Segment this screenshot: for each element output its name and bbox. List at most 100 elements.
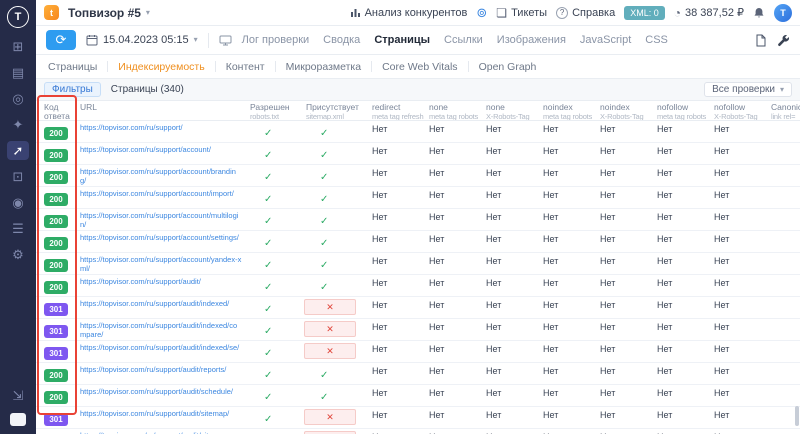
tasks-icon[interactable]: ☰ — [7, 219, 29, 238]
user-avatar[interactable]: T — [774, 4, 792, 22]
directive-cell: Нет — [425, 165, 482, 179]
canonical-cell — [767, 297, 800, 300]
checks-dropdown[interactable]: Все проверки ▾ — [704, 82, 792, 97]
canonical-cell — [767, 341, 800, 344]
check-icon: ✓ — [320, 193, 328, 206]
url-link[interactable]: https://topvisor.com/ru/support/audit/si… — [80, 409, 242, 418]
tab-Изображения[interactable]: Изображения — [497, 34, 566, 46]
status-code-badge: 301 — [44, 303, 68, 316]
tickets-link[interactable]: ❏ Тикеты — [496, 7, 547, 19]
audit-icon[interactable]: ➚ — [7, 141, 29, 160]
balance[interactable]: ◔ 38 387,52 ₽ — [674, 6, 744, 19]
directive-cell: Нет — [368, 385, 425, 399]
competitors-link[interactable]: Анализ конкурентов — [350, 7, 468, 19]
project-selector[interactable]: Топвизор #5 ▾ — [68, 6, 150, 20]
url-link[interactable]: https://topvisor.com/ru/support/account/ — [80, 145, 242, 154]
url-link[interactable]: https://topvisor.com/ru/support/audit/in… — [80, 343, 242, 352]
robots-txt-cell: ✓ — [246, 319, 302, 340]
subtab-Индексируемость[interactable]: Индексируемость — [118, 61, 204, 73]
column-header: noneX-Robots-Tag — [482, 103, 539, 120]
help-label: Справка — [572, 7, 615, 19]
wrench-icon[interactable] — [777, 34, 790, 47]
export-report-icon[interactable] — [755, 34, 767, 47]
column-header: Присутствуетsitemap.xml — [302, 103, 368, 120]
topvisor-logo-icon[interactable]: Т — [7, 6, 29, 28]
dashboard-icon[interactable]: ⊞ — [7, 37, 29, 56]
url-link[interactable]: https://topvisor.com/ru/support/account/… — [80, 211, 242, 229]
subtab-Core Web Vitals[interactable]: Core Web Vitals — [382, 61, 457, 73]
settings-gear-icon[interactable]: ⚙ — [7, 245, 29, 264]
help-link[interactable]: ? Справка — [556, 7, 615, 19]
cross-box: ✕ — [304, 409, 356, 425]
lifebuoy-icon[interactable]: ⊚ — [476, 6, 487, 19]
sitemap-cell: ✓ — [302, 143, 368, 164]
ideas-icon[interactable]: ✦ — [7, 115, 29, 134]
tab-Лог проверки[interactable]: Лог проверки — [242, 34, 310, 46]
projects-icon[interactable]: ▤ — [7, 63, 29, 82]
directive-cell: Нет — [482, 363, 539, 377]
table-row: 200 https://topvisor.com/ru/support/audit… — [36, 385, 800, 407]
url-link[interactable]: https://topvisor.com/ru/support/audit/re… — [80, 365, 242, 374]
status-code-badge: 200 — [44, 259, 68, 272]
snippets-icon[interactable]: ⊡ — [7, 167, 29, 186]
ticket-icon: ❏ — [496, 7, 507, 19]
cross-icon: ✕ — [326, 413, 334, 422]
directive-cell: Нет — [425, 187, 482, 201]
directive-cell: Нет — [425, 297, 482, 311]
directive-cell: Нет — [368, 187, 425, 201]
directive-cell: Нет — [425, 253, 482, 267]
url-link[interactable]: https://topvisor.com/ru/support/audit/ — [80, 277, 242, 286]
url-link[interactable]: https://topvisor.com/ru/support/account/… — [80, 167, 242, 185]
directive-cell: Нет — [425, 121, 482, 135]
users-icon[interactable]: ◉ — [7, 193, 29, 212]
table-header: Код ответаURLРазрешенrobots.txtПрисутств… — [36, 101, 800, 121]
url-link[interactable]: https://topvisor.com/ru/support/account/… — [80, 189, 242, 198]
url-link[interactable]: https://topvisor.com/ru/support/audit/in… — [80, 321, 242, 339]
url-link[interactable]: https://topvisor.com/ru/support/audit/in… — [80, 299, 242, 308]
tab-Сводка[interactable]: Сводка — [323, 34, 360, 46]
directive-cell: Нет — [653, 319, 710, 333]
directive-cell: Нет — [368, 407, 425, 421]
main-area: t Топвизор #5 ▾ Анализ конкурентов ⊚ ❏ Т… — [36, 0, 800, 434]
device-monitor-icon[interactable] — [219, 35, 232, 46]
canonical-cell — [767, 363, 800, 366]
sidebar-toggle[interactable] — [10, 413, 26, 426]
filters-button[interactable]: Фильтры — [44, 82, 101, 97]
table-row: 301https://topvisor.com/ru/support/audit… — [36, 407, 800, 429]
bell-icon[interactable] — [753, 7, 765, 19]
subtab-Микроразметка[interactable]: Микроразметка — [286, 61, 361, 73]
date-selector[interactable]: 15.04.2023 05:15 ▾ — [86, 34, 198, 46]
check-icon: ✓ — [320, 171, 328, 184]
balance-amount: 38 387,52 ₽ — [685, 6, 744, 19]
directive-cell: Нет — [653, 253, 710, 267]
url-link[interactable]: https://topvisor.com/ru/support/account/… — [80, 233, 242, 242]
subtab-Контент[interactable]: Контент — [226, 61, 265, 73]
report-tabs: Лог проверки Сводка Страницы Ссылки Изображе… — [242, 34, 668, 46]
directive-cell: Нет — [368, 275, 425, 289]
url-link[interactable]: https://topvisor.com/ru/support/audit/sc… — [80, 387, 242, 396]
subtab-Страницы[interactable]: Страницы — [48, 61, 97, 73]
chevron-down-icon: ▾ — [146, 9, 150, 17]
tab-CSS[interactable]: CSS — [645, 34, 668, 46]
url-link[interactable]: https://topvisor.com/ru/support/account/… — [80, 255, 242, 273]
url-link[interactable]: https://topvisor.com/ru/support/ — [80, 123, 242, 132]
tab-Страницы[interactable]: Страницы — [374, 34, 430, 46]
tab-JavaScript[interactable]: JavaScript — [580, 34, 631, 46]
status-code-badge: 200 — [44, 391, 68, 404]
subtab-Open Graph[interactable]: Open Graph — [479, 61, 537, 73]
directive-cell: Нет — [425, 319, 482, 333]
xml-limits-badge[interactable]: XML: 0 — [624, 6, 665, 20]
column-header: Разрешенrobots.txt — [246, 103, 302, 120]
directive-cell: Нет — [482, 253, 539, 267]
tab-Ссылки[interactable]: Ссылки — [444, 34, 483, 46]
vertical-scrollbar-thumb[interactable] — [795, 406, 799, 426]
app-logo-icon[interactable]: t — [44, 5, 59, 20]
directive-cell: Нет — [653, 231, 710, 245]
directive-cell: Нет — [653, 407, 710, 421]
table-row: 200https://topvisor.com/ru/support/accou… — [36, 143, 800, 165]
refresh-button[interactable]: ⟳ — [46, 30, 76, 50]
expand-sidebar-icon[interactable]: ⇲ — [7, 386, 29, 405]
positions-icon[interactable]: ◎ — [7, 89, 29, 108]
robots-txt-cell: ✓ — [246, 275, 302, 296]
cross-box: ✕ — [304, 343, 356, 359]
